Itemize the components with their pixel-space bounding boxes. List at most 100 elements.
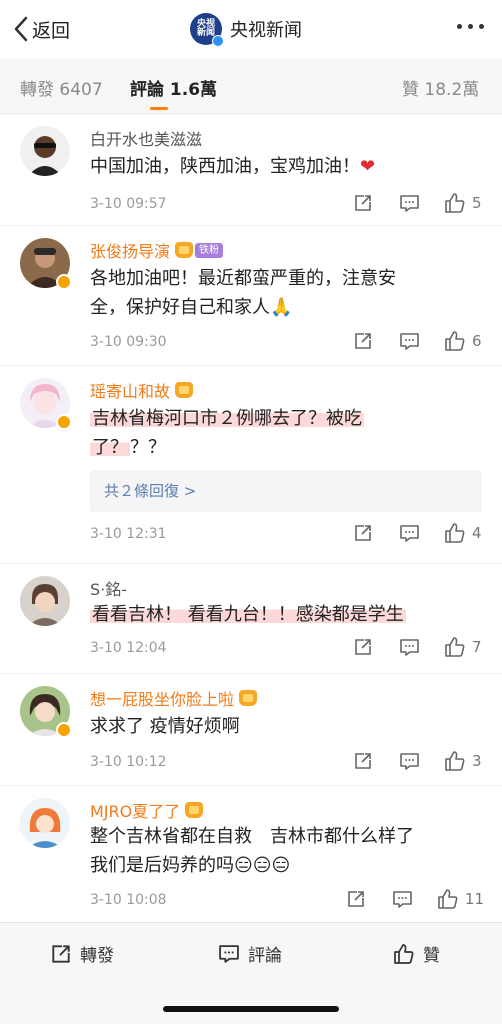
heart-emoji: ❤ (360, 156, 376, 177)
like-button[interactable]: 7 (444, 636, 484, 658)
reply-button[interactable] (392, 889, 413, 909)
account-name: 央视新闻 (230, 20, 302, 41)
comment-username[interactable]: 想一屁股坐你脸上啦 (90, 686, 258, 710)
comment-time: 3-10 10:08 (90, 892, 167, 908)
comment-time: 3-10 10:12 (90, 754, 167, 770)
like-button[interactable]: 3 (444, 750, 484, 772)
avatar[interactable] (20, 798, 70, 848)
like-button[interactable]: 6 (444, 330, 484, 352)
reply-button[interactable] (399, 193, 420, 213)
comment-icon (393, 891, 412, 908)
comment-button[interactable]: 評論 (218, 941, 282, 966)
comment-icon (400, 195, 419, 212)
fan-badge: 铁粉 (195, 242, 224, 258)
comment-icon (219, 945, 239, 963)
tab-bar: 轉發 6407 評論 1.6萬 贊 18.2萬 (0, 58, 502, 114)
like-button[interactable]: 11 (437, 888, 484, 910)
comment-text: 整个吉林省都在自救 吉林市都什么样了 我们是后妈养的吗😑😑😑 (90, 826, 414, 876)
like-button[interactable]: 4 (444, 522, 484, 544)
verified-badge-icon (56, 414, 72, 430)
tab-comments[interactable]: 評論 1.6萬 (130, 75, 217, 100)
share-button[interactable] (346, 889, 366, 909)
top-bar: 返回 央视新闻 央视新闻 (0, 0, 502, 58)
comment-time: 3-10 09:30 (90, 334, 167, 350)
comment-actions: 4 (353, 522, 484, 544)
like-count: 7 (472, 638, 482, 656)
thumbs-up-icon (445, 637, 465, 657)
comment-text: 各地加油吧！最近都蛮严重的，注意安 全，保护好自己和家人🙏 (90, 268, 396, 318)
back-button[interactable]: 返回 (14, 14, 70, 44)
tab-reposts[interactable]: 轉發 6407 (20, 75, 103, 100)
share-icon (355, 333, 371, 349)
account-header[interactable]: 央视新闻 央视新闻 (190, 12, 302, 47)
comment-actions: 3 (353, 750, 484, 772)
comment-username[interactable]: S·銘- (90, 576, 127, 600)
repost-button[interactable]: 轉發 (50, 941, 114, 966)
comment-text: 求求了 疫情好烦啊 (90, 716, 240, 737)
comment-text: 中国加油，陕西加油，宝鸡加油！❤ (90, 156, 376, 177)
like-count: 6 (472, 332, 482, 350)
comment-time: 3-10 09:57 (90, 196, 167, 212)
comment-icon (400, 333, 419, 350)
verified-badge-icon (56, 274, 72, 290)
like-label: 贊 (423, 946, 440, 966)
comment-username[interactable]: 瑶寄山和故 (90, 378, 194, 402)
crown-icon (175, 242, 194, 258)
thumbs-up-icon (445, 523, 465, 543)
comment-item: 瑶寄山和故 吉林省梅河口市２例哪去了？被吃 了？？？ 共２條回復 > 3-10 1… (0, 366, 502, 564)
avatar[interactable] (20, 126, 70, 176)
share-button[interactable] (353, 331, 373, 351)
expressionless-emoji: 😑😑😑 (234, 855, 291, 876)
comment-actions: 6 (353, 330, 484, 352)
comment-label: 評論 (248, 946, 282, 966)
share-icon (355, 525, 371, 541)
share-button[interactable] (353, 193, 373, 213)
chevron-left-icon (14, 16, 28, 42)
tab-likes[interactable]: 贊 18.2萬 (402, 75, 479, 100)
share-icon (52, 944, 70, 963)
comment-username[interactable]: 白开水也美滋滋 (90, 126, 202, 150)
like-count: 5 (472, 194, 482, 212)
back-label: 返回 (32, 19, 71, 42)
thumbs-up-icon (445, 331, 465, 351)
comment-icon (400, 639, 419, 656)
crown-icon (185, 802, 204, 818)
comment-item: S·銘- 看看吉林！ 看看九台！！感染都是学生 3-10 12:04 7 (0, 564, 502, 674)
share-button[interactable] (353, 523, 373, 543)
share-icon (355, 753, 371, 769)
reply-button[interactable] (399, 637, 420, 657)
avatar[interactable] (20, 576, 70, 626)
comment-icon (400, 525, 419, 542)
view-replies-link[interactable]: 共２條回復 > (90, 470, 482, 512)
reply-button[interactable] (399, 751, 420, 771)
repost-label: 轉發 (80, 946, 114, 966)
reply-button[interactable] (399, 331, 420, 351)
comment-item: 张俊扬导演 铁粉 各地加油吧！最近都蛮严重的，注意安 全，保护好自己和家人🙏 3-1… (0, 226, 502, 366)
comment-actions: 7 (353, 636, 484, 658)
thumbs-up-icon (438, 889, 458, 909)
thumbs-up-icon (445, 751, 465, 771)
like-count: 3 (472, 752, 482, 770)
thumbs-up-icon (394, 943, 414, 964)
share-button[interactable] (353, 637, 373, 657)
share-icon (355, 195, 371, 211)
like-count: 4 (472, 524, 482, 542)
comment-username[interactable]: 张俊扬导演 铁粉 (90, 238, 224, 262)
like-button[interactable]: 5 (444, 192, 484, 214)
comment-item: 想一屁股坐你脸上啦 求求了 疫情好烦啊 3-10 10:12 3 (0, 674, 502, 786)
comment-text: 看看吉林！ 看看九台！！感染都是学生 (90, 604, 406, 625)
share-button[interactable] (353, 751, 373, 771)
crown-icon (239, 690, 258, 706)
comment-username[interactable]: MJRO夏了了 (90, 798, 204, 822)
comment-actions: 11 (346, 888, 484, 910)
like-count: 11 (464, 890, 484, 908)
more-options-icon[interactable] (457, 24, 484, 29)
reply-button[interactable] (399, 523, 420, 543)
active-tab-indicator (150, 107, 168, 110)
crown-icon (175, 382, 194, 398)
thumbs-up-icon (445, 193, 465, 213)
comment-icon (400, 753, 419, 770)
comment-item: 白开水也美滋滋 中国加油，陕西加油，宝鸡加油！❤ 3-10 09:57 5 (0, 114, 502, 226)
verified-badge-icon (212, 35, 224, 47)
like-post-button[interactable]: 贊 (393, 941, 440, 966)
